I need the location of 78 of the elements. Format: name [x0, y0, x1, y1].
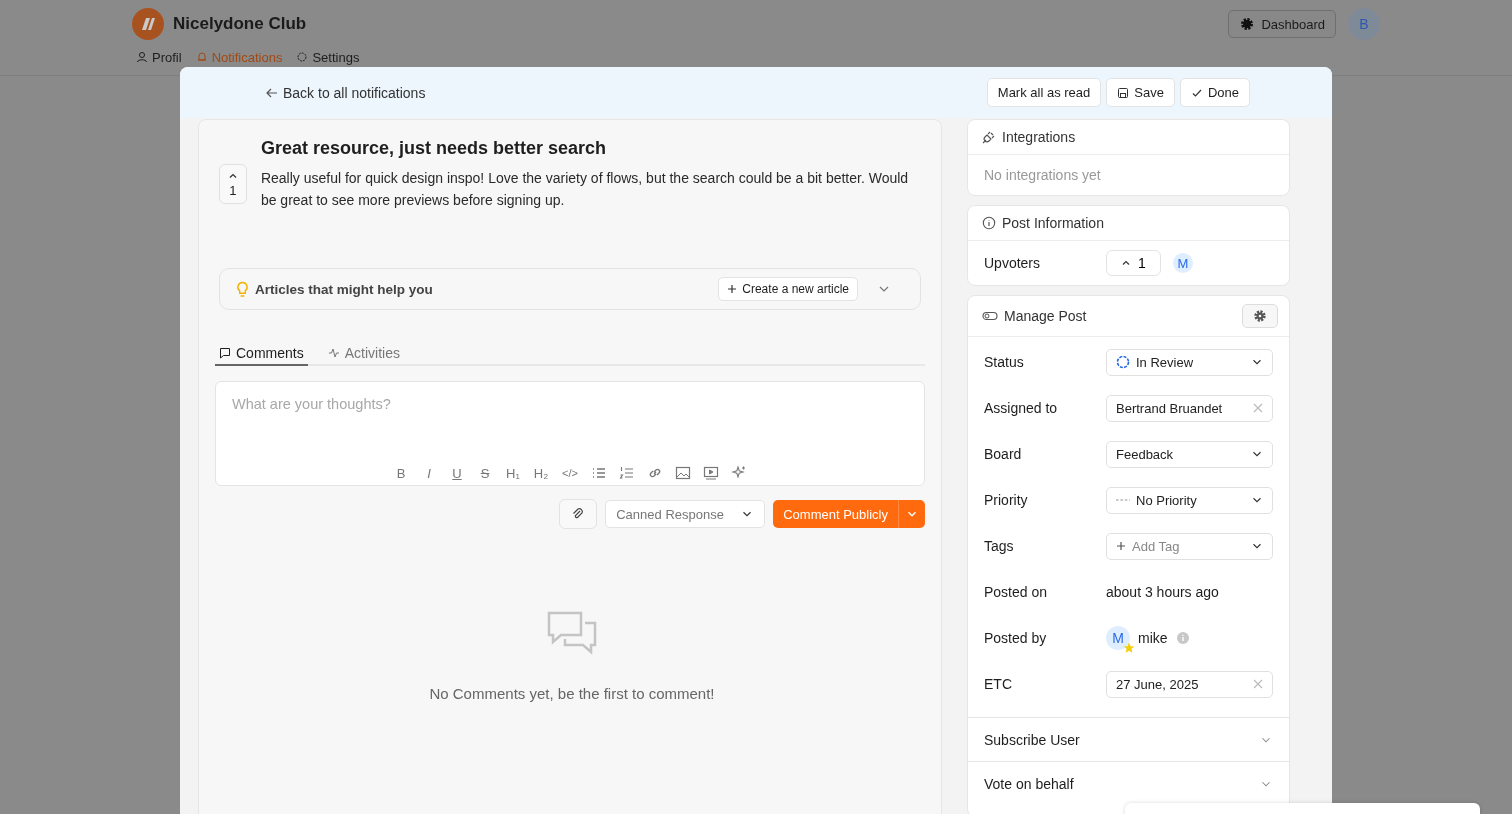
field-label: Posted by	[984, 630, 1048, 646]
format-button[interactable]: U	[449, 465, 465, 481]
pulse-icon	[327, 347, 340, 359]
gear-icon	[1253, 309, 1267, 323]
comment-field[interactable]: What are your thoughts?	[216, 382, 924, 465]
action-button[interactable]: Done	[1179, 78, 1250, 107]
post-body: Really useful for quick design inspo! Love the variety of flows, but the search could be a bit better. Would be great to see more previews before signing up.	[260, 169, 910, 210]
submit-options-button[interactable]	[898, 500, 925, 528]
brand-name: Nicelydone Club	[173, 14, 307, 34]
user-name: mike	[1138, 630, 1168, 646]
upvote-button[interactable]: 1	[219, 164, 247, 204]
card-title: Integrations	[1002, 129, 1077, 145]
gear-icon	[296, 51, 309, 63]
caret-up-icon	[1121, 258, 1131, 268]
logo-icon	[132, 8, 164, 40]
format-button[interactable]: B	[393, 465, 409, 481]
field-label: Posted on	[984, 584, 1049, 600]
tab[interactable]: Comments	[215, 342, 308, 366]
video-icon[interactable]	[703, 465, 719, 481]
back-link[interactable]: Back to all notifications	[265, 84, 426, 101]
comment-publicly-button[interactable]: Comment Publicly	[773, 500, 898, 528]
nav-tab[interactable]: Settings	[296, 51, 360, 65]
nav-tab[interactable]: Profil	[136, 51, 182, 65]
articles-label: Articles that might help you	[255, 281, 434, 297]
format-button[interactable]: H₂	[533, 465, 549, 481]
input-field[interactable]: 27 June, 2025	[1106, 670, 1273, 698]
attach-button[interactable]	[559, 499, 598, 529]
comment-editor[interactable]: What are your thoughts? B I U S H₁ H₂ </>	[215, 381, 925, 486]
user-avatar: M	[1106, 626, 1130, 650]
sparkle-icon[interactable]	[731, 465, 747, 481]
format-button[interactable]: </>	[561, 467, 579, 479]
plug-icon	[982, 130, 996, 144]
select-field[interactable]: In Review	[1106, 348, 1273, 376]
bell-icon	[195, 51, 208, 63]
field-label: ETC	[984, 676, 1013, 692]
settings-button[interactable]	[1242, 304, 1278, 328]
save-icon	[1117, 86, 1130, 99]
speech-bubble-icon	[219, 347, 231, 359]
lightbulb-icon	[236, 280, 249, 298]
empty-message: No Comments yet, be the first to comment!	[429, 685, 715, 702]
tab[interactable]: Activities	[323, 342, 404, 366]
info-icon	[982, 216, 996, 230]
post-title: Great resource, just needs better search	[260, 138, 608, 159]
field-label: Tags	[984, 538, 1015, 554]
field-label: Status	[984, 354, 1025, 370]
dashboard-button[interactable]: Dashboard	[1228, 10, 1336, 38]
format-button[interactable]: I	[421, 465, 437, 481]
dashes-icon	[1116, 498, 1130, 502]
gear-icon	[1239, 16, 1256, 32]
dashed-circle-icon	[1116, 355, 1130, 369]
input-field[interactable]: Bertrand Bruandet	[1106, 394, 1273, 422]
tag-select-field[interactable]: Add Tag	[1106, 532, 1273, 560]
star-icon	[1123, 642, 1135, 654]
bulleted-list-icon[interactable]	[591, 465, 607, 481]
select-field[interactable]: No Priority	[1106, 486, 1273, 514]
action-button[interactable]: Mark all as read	[986, 78, 1102, 107]
field-label: Priority	[984, 492, 1029, 508]
select-field[interactable]: Feedback	[1106, 440, 1273, 468]
plus-icon	[727, 284, 738, 294]
card-title: Manage Post	[1004, 308, 1088, 324]
plus-icon	[1116, 541, 1126, 551]
card-title: Post Information	[1002, 215, 1105, 231]
image-icon[interactable]	[675, 465, 691, 481]
empty-message: No integrations yet	[984, 167, 1101, 183]
field-value: about 3 hours ago	[1106, 584, 1219, 600]
format-button[interactable]: H₁	[505, 465, 521, 481]
create-article-button[interactable]: Create a new article	[718, 277, 858, 301]
format-button[interactable]: S	[477, 465, 493, 481]
numbered-list-icon[interactable]	[619, 465, 635, 481]
action-button[interactable]: Save	[1106, 78, 1175, 107]
field-label: Assigned to	[984, 400, 1059, 416]
upvoter-avatar: M	[1172, 253, 1193, 273]
field-label: Board	[984, 446, 1023, 462]
canned-response-dropdown[interactable]: Canned Response	[605, 500, 766, 528]
paperclip-icon	[571, 507, 586, 521]
person-icon	[136, 51, 148, 63]
field-label: Upvoters	[984, 255, 1042, 271]
upvote-count-button[interactable]: 1	[1106, 250, 1161, 276]
